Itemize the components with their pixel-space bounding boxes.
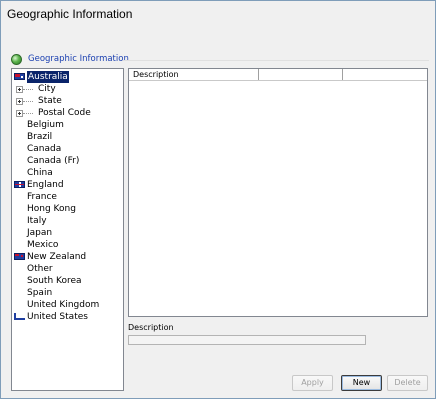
- tree-connector: [23, 101, 33, 102]
- globe-icon: [11, 54, 22, 65]
- apply-button[interactable]: Apply: [292, 375, 333, 391]
- tree-item-label: Mexico: [27, 240, 59, 250]
- description-list[interactable]: Description: [128, 68, 428, 317]
- tree-item-label: United Kingdom: [27, 300, 100, 310]
- tree-item-label: England: [27, 180, 64, 190]
- tree-item-label: Spain: [27, 288, 53, 298]
- description-label: Description: [128, 323, 174, 332]
- geographic-information-window: Geographic Information Geographic Inform…: [0, 0, 436, 399]
- delete-button[interactable]: Delete: [387, 375, 428, 391]
- tree-item-label: Other: [27, 264, 53, 274]
- flag-australia-icon: [14, 73, 25, 80]
- tree-item-label: Belgium: [27, 120, 64, 130]
- group-header: Geographic Information: [11, 53, 431, 67]
- tree-connector: [23, 113, 33, 114]
- expand-icon[interactable]: [16, 98, 23, 105]
- expand-icon[interactable]: [16, 86, 23, 93]
- tree-item-label: France: [27, 192, 57, 202]
- expand-icon[interactable]: [16, 110, 23, 117]
- new-button[interactable]: New: [341, 375, 382, 391]
- tree-item-label: State: [38, 96, 62, 106]
- column-header-blank[interactable]: [259, 69, 343, 80]
- description-field[interactable]: [128, 335, 366, 345]
- tree-item-label: Brazil: [27, 132, 53, 142]
- flag-england-icon: [14, 181, 25, 188]
- tree-item-label: Australia: [27, 71, 69, 83]
- list-header: Description: [129, 69, 427, 81]
- tree-item-label: New Zealand: [27, 252, 87, 262]
- tree-item-label: United States: [27, 312, 88, 322]
- group-label: Geographic Information: [28, 54, 129, 64]
- tree-item-label: China: [27, 168, 53, 178]
- country-tree[interactable]: Australia City State Postal Code Belgium…: [11, 68, 124, 391]
- column-header-description[interactable]: Description: [129, 69, 259, 80]
- tree-item-label: Canada (Fr): [27, 156, 80, 166]
- tree-item-label: Italy: [27, 216, 47, 226]
- tree-item-label: City: [38, 84, 56, 94]
- tree-item-label: Japan: [27, 228, 53, 238]
- tree-item-label: Canada: [27, 144, 62, 154]
- tree-item-label: Postal Code: [38, 108, 91, 118]
- tree-connector: [23, 89, 33, 90]
- flag-new-zealand-icon: [14, 253, 25, 260]
- tree-item-label: South Korea: [27, 276, 82, 286]
- page-title: Geographic Information: [7, 7, 133, 21]
- tree-item-label: Hong Kong: [27, 204, 76, 214]
- group-divider: [123, 60, 429, 61]
- flag-united-states-icon: [14, 313, 25, 320]
